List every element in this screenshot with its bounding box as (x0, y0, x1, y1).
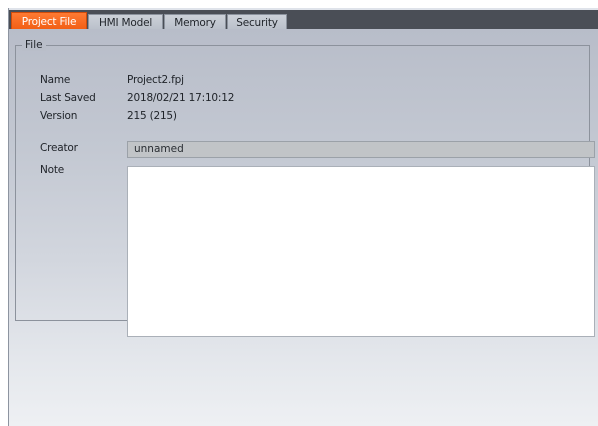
last-saved-value: 2018/02/21 17:10:12 (127, 92, 235, 104)
tab-strip: Project File HMI Model Memory Security (9, 10, 598, 31)
name-value: Project2.fpj (127, 74, 184, 86)
version-label: Version (40, 110, 78, 122)
project-properties-window: Project File HMI Model Memory Security F… (8, 8, 598, 426)
note-label: Note (40, 164, 65, 176)
creator-field: unnamed (127, 141, 595, 158)
creator-label: Creator (40, 142, 78, 154)
version-value: 215 (215) (127, 110, 177, 122)
note-textarea[interactable] (127, 166, 595, 337)
name-label: Name (40, 74, 71, 86)
file-groupbox: File Name Project2.fpj Last Saved 2018/0… (15, 39, 595, 337)
file-group-legend: File (22, 39, 46, 51)
tab-content-project-file: File Name Project2.fpj Last Saved 2018/0… (9, 29, 598, 426)
last-saved-label: Last Saved (40, 92, 96, 104)
